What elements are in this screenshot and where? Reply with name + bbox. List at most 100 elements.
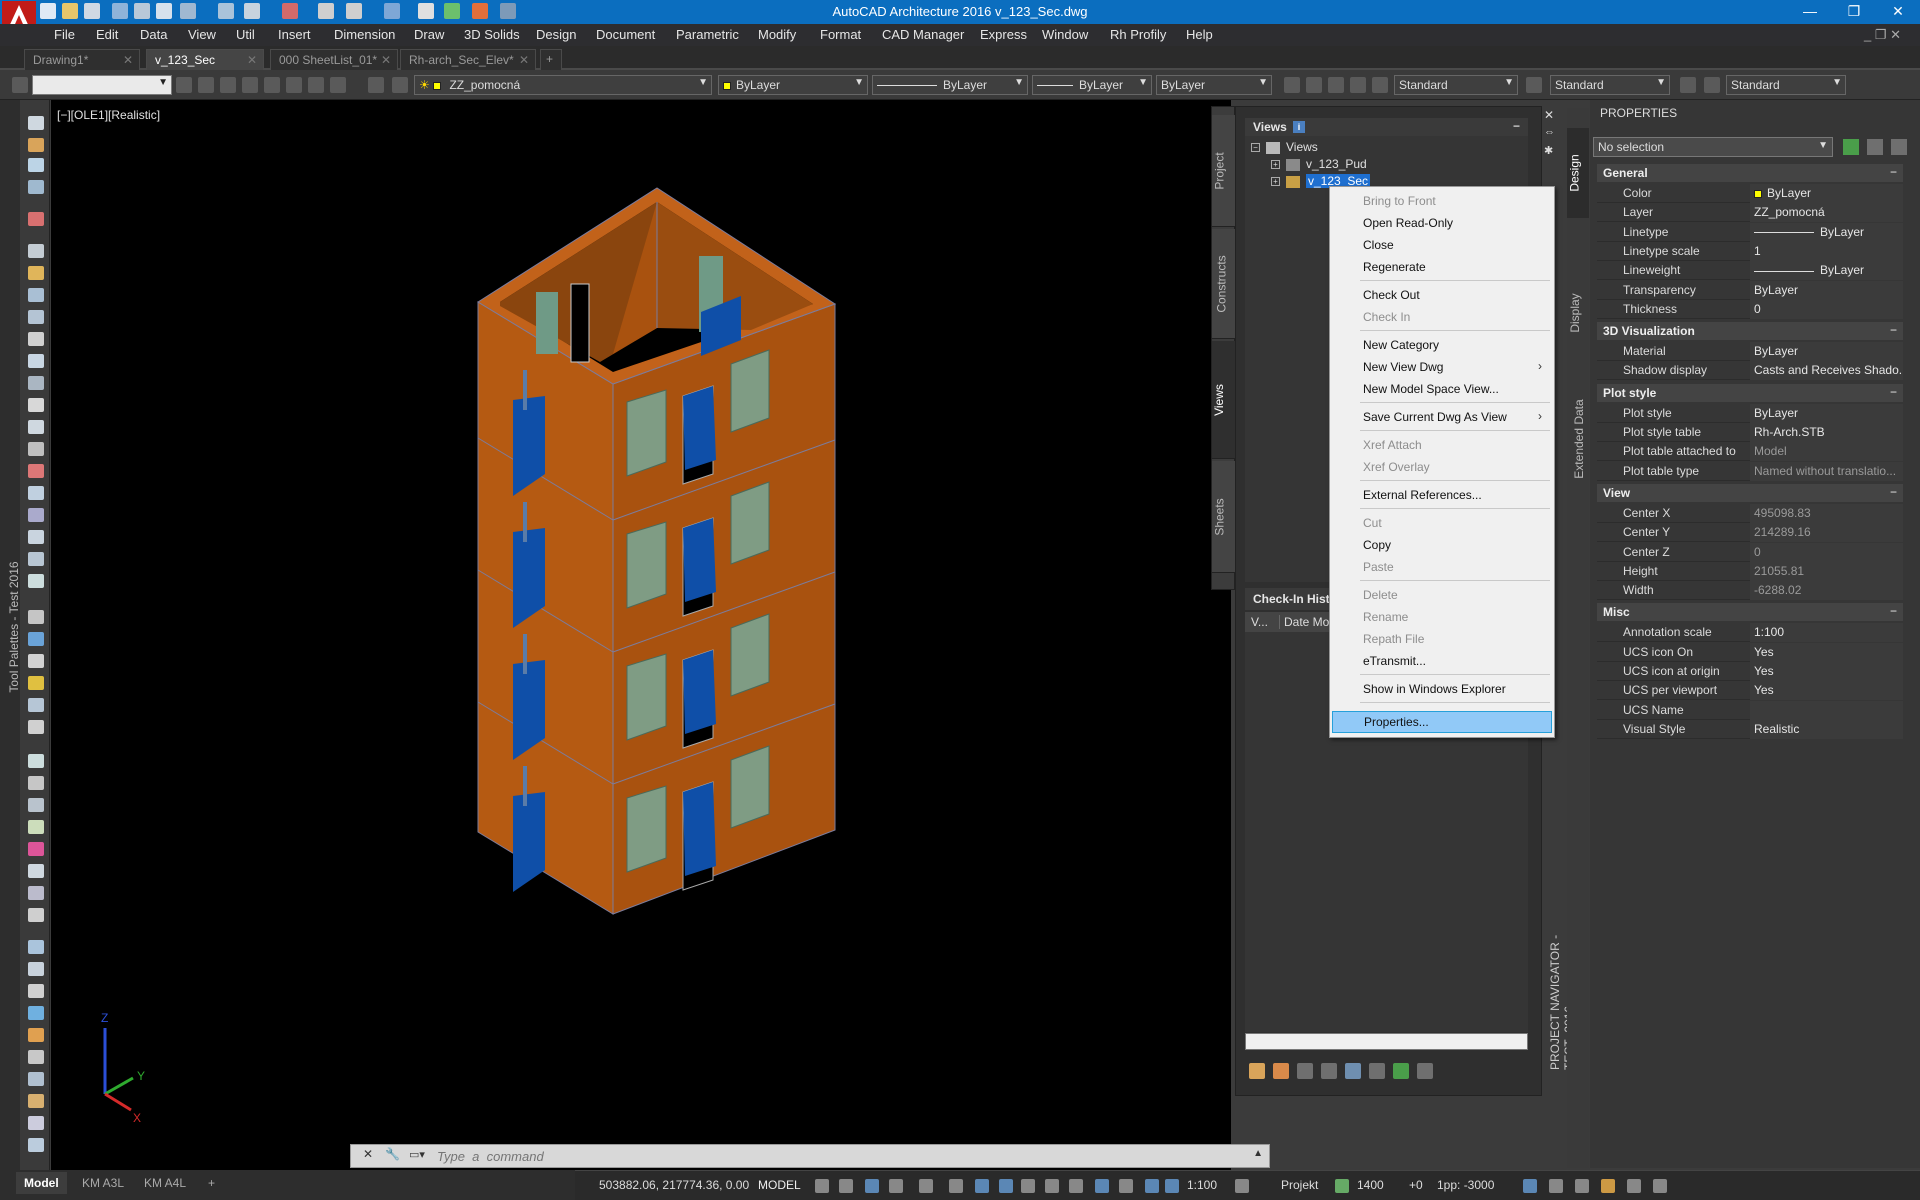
menu-rh-profily[interactable]: Rh Profily <box>1110 27 1166 42</box>
saveas-icon[interactable] <box>84 3 100 19</box>
tab-display[interactable]: Display <box>1567 248 1589 378</box>
auto-hide-icon[interactable]: ⇔ <box>1544 126 1555 138</box>
details-view-icon[interactable] <box>1369 1063 1385 1079</box>
menu-3d-solids[interactable]: 3D Solids <box>464 27 520 42</box>
palette-settings-icon[interactable]: ✱ <box>1544 144 1553 157</box>
property-value[interactable]: ZZ_pomocná <box>1750 203 1903 223</box>
expand-icon[interactable]: + <box>1271 160 1280 170</box>
workspace-dropdown[interactable]: Projekt <box>1281 1178 1318 1192</box>
object-snap-tracking-icon[interactable] <box>949 1179 963 1193</box>
menu-item-save-current-dwg-as-view[interactable]: Save Current Dwg As View › <box>1332 407 1552 427</box>
tab-project[interactable]: Project <box>1212 115 1236 227</box>
tab-rh-arch-sec-elev[interactable]: Rh-arch_Sec_Elev* ✕ <box>400 49 536 70</box>
section-view[interactable]: View − <box>1597 483 1903 502</box>
new-icon[interactable] <box>40 3 56 19</box>
project-icon[interactable] <box>472 3 488 19</box>
textstyle-dropdown[interactable]: Standard ▼ <box>1394 75 1518 95</box>
elevation-tool-icon[interactable] <box>28 508 44 522</box>
property-value[interactable]: 0 <box>1750 299 1903 319</box>
coordinates-readout[interactable]: 503882.06, 217774.36, 0.00 <box>599 1178 749 1192</box>
restore-icon[interactable]: ❐ <box>1832 0 1876 24</box>
menu-item-close[interactable]: Close <box>1332 235 1552 255</box>
minimize-section-icon[interactable]: − <box>1513 119 1520 133</box>
view-dropdown[interactable]: ▼ <box>32 75 172 95</box>
menu-dimension[interactable]: Dimension <box>334 27 395 42</box>
new-tab-button[interactable]: + <box>540 49 562 70</box>
property-value[interactable]: ByLayer <box>1750 342 1903 362</box>
menu-view[interactable]: View <box>188 27 216 42</box>
menu-help[interactable]: Help <box>1186 27 1213 42</box>
column-tool-icon[interactable] <box>28 354 44 368</box>
column-version[interactable]: V... <box>1251 615 1268 629</box>
selection-dropdown[interactable]: No selection ▼ <box>1593 137 1833 157</box>
extend-tool-icon[interactable] <box>28 886 44 900</box>
linetype-dropdown[interactable]: ByLayer ▼ <box>872 75 1028 95</box>
zone-tool-icon[interactable] <box>28 420 44 434</box>
beam-tool-icon[interactable] <box>28 376 44 390</box>
color-dropdown[interactable]: ByLayer ▼ <box>718 75 868 95</box>
dimstyle-icon[interactable] <box>1526 77 1542 93</box>
text-style-manager-icon[interactable] <box>1704 77 1720 93</box>
tab-design[interactable]: Design <box>1567 128 1589 218</box>
plot-icon[interactable] <box>156 3 172 19</box>
ucs-icon[interactable] <box>12 77 28 93</box>
menu-item-new-view-dwg[interactable]: New View Dwg › <box>1332 357 1552 377</box>
info-icon[interactable]: i <box>1293 121 1305 133</box>
isolate-objects-icon[interactable] <box>1523 1179 1537 1193</box>
property-value[interactable]: Yes <box>1750 662 1903 681</box>
selection-cycling-icon[interactable] <box>1045 1179 1059 1193</box>
property-value[interactable]: 1 <box>1750 241 1903 261</box>
open-view-icon[interactable] <box>1273 1063 1289 1079</box>
arc-tool-icon[interactable] <box>28 1028 44 1042</box>
annotation-visibility-icon[interactable] <box>1145 1179 1159 1193</box>
property-value[interactable]: 1:100 <box>1750 623 1903 643</box>
command-prompt-icon[interactable]: ▭▾ <box>409 1148 425 1161</box>
add-view-icon[interactable] <box>1249 1063 1265 1079</box>
menu-modify[interactable]: Modify <box>758 27 796 42</box>
collapse-section-icon[interactable]: − <box>1890 604 1897 618</box>
close-window-icon[interactable]: ✕ <box>1876 0 1920 24</box>
close-tab-icon[interactable]: ✕ <box>519 53 529 67</box>
ceiling-grid-tool-icon[interactable] <box>28 442 44 456</box>
rectangle-tool-icon[interactable] <box>28 984 44 998</box>
tag-tool-icon[interactable] <box>28 552 44 566</box>
add-layout-button[interactable]: + <box>200 1172 223 1194</box>
menu-edit[interactable]: Edit <box>96 27 118 42</box>
full-screen-icon[interactable] <box>1653 1179 1667 1193</box>
ortho-icon[interactable] <box>865 1179 879 1193</box>
command-input[interactable] <box>437 1147 1237 1165</box>
tree-node-v-123-pud[interactable]: + v_123_Pud <box>1271 157 1367 171</box>
roof-tool-icon[interactable] <box>28 310 44 324</box>
transparency-icon[interactable] <box>1021 1179 1035 1193</box>
schedule-tool-icon[interactable] <box>28 530 44 544</box>
doc-window-controls-icon[interactable]: _ ❐ ✕ <box>1864 27 1901 43</box>
polar-icon[interactable] <box>889 1179 903 1193</box>
annotation-monitor-icon[interactable] <box>1119 1179 1133 1193</box>
print-icon[interactable] <box>134 3 150 19</box>
callout-tool-icon[interactable] <box>28 676 44 690</box>
undo-icon[interactable] <box>318 3 334 19</box>
delete-view-icon[interactable] <box>1321 1063 1337 1079</box>
annotation-scale-dropdown[interactable]: 1:100 <box>1187 1178 1217 1192</box>
polyline-tool-icon[interactable] <box>28 962 44 976</box>
make-current-icon[interactable] <box>392 77 408 93</box>
lineweight-dropdown[interactable]: ByLayer ▼ <box>1032 75 1152 95</box>
measure-tool-icon[interactable] <box>28 1138 44 1152</box>
object-snap-icon[interactable] <box>975 1179 989 1193</box>
property-value[interactable]: ByLayer <box>1750 222 1903 242</box>
tree-node-views[interactable]: − Views <box>1251 140 1318 154</box>
property-value[interactable]: Realistic <box>1750 719 1903 739</box>
help-icon[interactable] <box>242 77 258 93</box>
slab-tool-icon[interactable] <box>28 244 44 258</box>
dimstyle-dropdown[interactable]: Standard ▼ <box>1550 75 1670 95</box>
tab-km-a4l[interactable]: KM A4L <box>136 1172 194 1194</box>
level-readout[interactable]: 1400 <box>1357 1178 1384 1192</box>
mirror-tool-icon[interactable] <box>28 820 44 834</box>
copy-tool-icon[interactable] <box>28 776 44 790</box>
tab-views[interactable]: Views <box>1212 341 1236 459</box>
collapse-icon[interactable]: − <box>1251 143 1260 153</box>
tab-v-123-sec[interactable]: v_123_Sec ✕ <box>146 49 264 70</box>
workspace-icon[interactable] <box>384 3 400 19</box>
menu-item-external-references[interactable]: External References... <box>1332 485 1552 505</box>
menu-item-etransmit[interactable]: eTransmit... <box>1332 651 1552 671</box>
